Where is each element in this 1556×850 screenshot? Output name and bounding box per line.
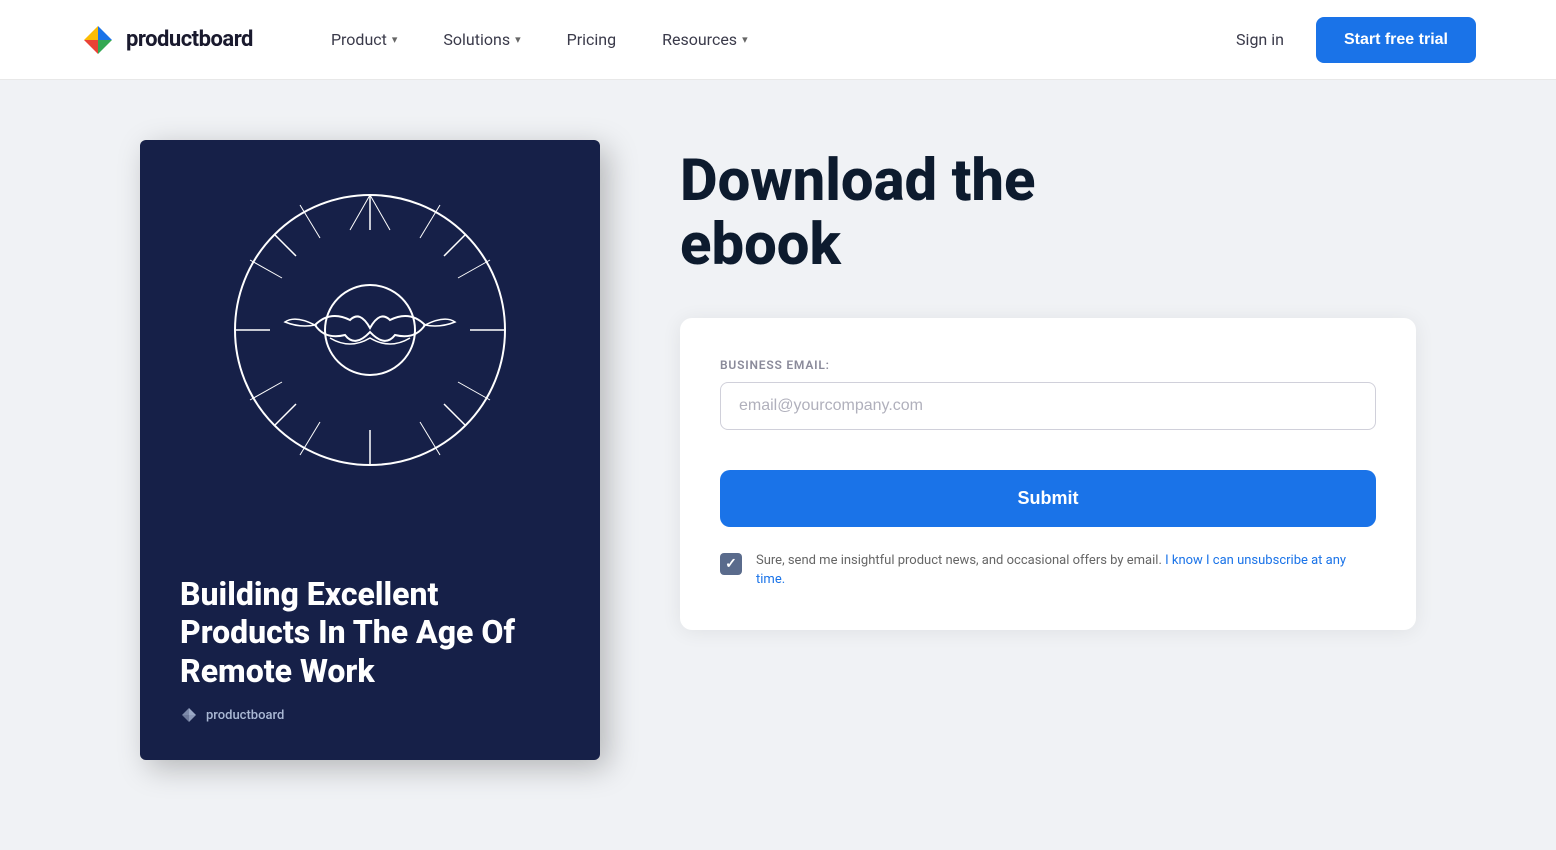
consent-row: ✓ Sure, send me insightful product news,… bbox=[720, 551, 1376, 590]
navbar: productboard Product ▾ Solutions ▾ Prici… bbox=[0, 0, 1556, 80]
logo-text: productboard bbox=[126, 27, 253, 52]
consent-checkbox[interactable]: ✓ bbox=[720, 553, 742, 575]
nav-resources[interactable]: Resources ▾ bbox=[644, 22, 765, 57]
nav-pricing[interactable]: Pricing bbox=[549, 22, 635, 57]
nav-solutions[interactable]: Solutions ▾ bbox=[425, 22, 538, 57]
form-area: Download the ebook BUSINESS EMAIL: Submi… bbox=[680, 140, 1416, 630]
consent-link[interactable]: I know I can unsubscribe at any time. bbox=[756, 553, 1346, 588]
email-input[interactable] bbox=[720, 382, 1376, 430]
book-brand: productboard bbox=[180, 706, 560, 724]
checkmark-icon: ✓ bbox=[725, 556, 737, 572]
book-title: Building Excellent Products In The Age O… bbox=[180, 575, 560, 690]
logo[interactable]: productboard bbox=[80, 22, 253, 58]
sign-in-link[interactable]: Sign in bbox=[1224, 22, 1296, 57]
book-cover: Building Excellent Products In The Age O… bbox=[140, 140, 600, 760]
book-brand-icon bbox=[180, 706, 198, 724]
email-field-label: BUSINESS EMAIL: bbox=[720, 358, 1376, 372]
nav-links: Product ▾ Solutions ▾ Pricing Resources … bbox=[313, 22, 1224, 57]
book-illustration bbox=[220, 180, 520, 480]
submit-button[interactable]: Submit bbox=[720, 470, 1376, 527]
chevron-down-icon: ▾ bbox=[742, 33, 748, 46]
chevron-down-icon: ▾ bbox=[515, 33, 521, 46]
logo-icon bbox=[80, 22, 116, 58]
main-content: Building Excellent Products In The Age O… bbox=[0, 80, 1556, 850]
consent-text: Sure, send me insightful product news, a… bbox=[756, 551, 1376, 590]
nav-actions: Sign in Start free trial bbox=[1224, 17, 1476, 63]
start-trial-button[interactable]: Start free trial bbox=[1316, 17, 1476, 63]
nav-product[interactable]: Product ▾ bbox=[313, 22, 415, 57]
form-card: BUSINESS EMAIL: Submit ✓ Sure, send me i… bbox=[680, 318, 1416, 630]
chevron-down-icon: ▾ bbox=[392, 33, 398, 46]
book-brand-text: productboard bbox=[206, 708, 284, 723]
page-title: Download the ebook bbox=[680, 150, 1416, 278]
